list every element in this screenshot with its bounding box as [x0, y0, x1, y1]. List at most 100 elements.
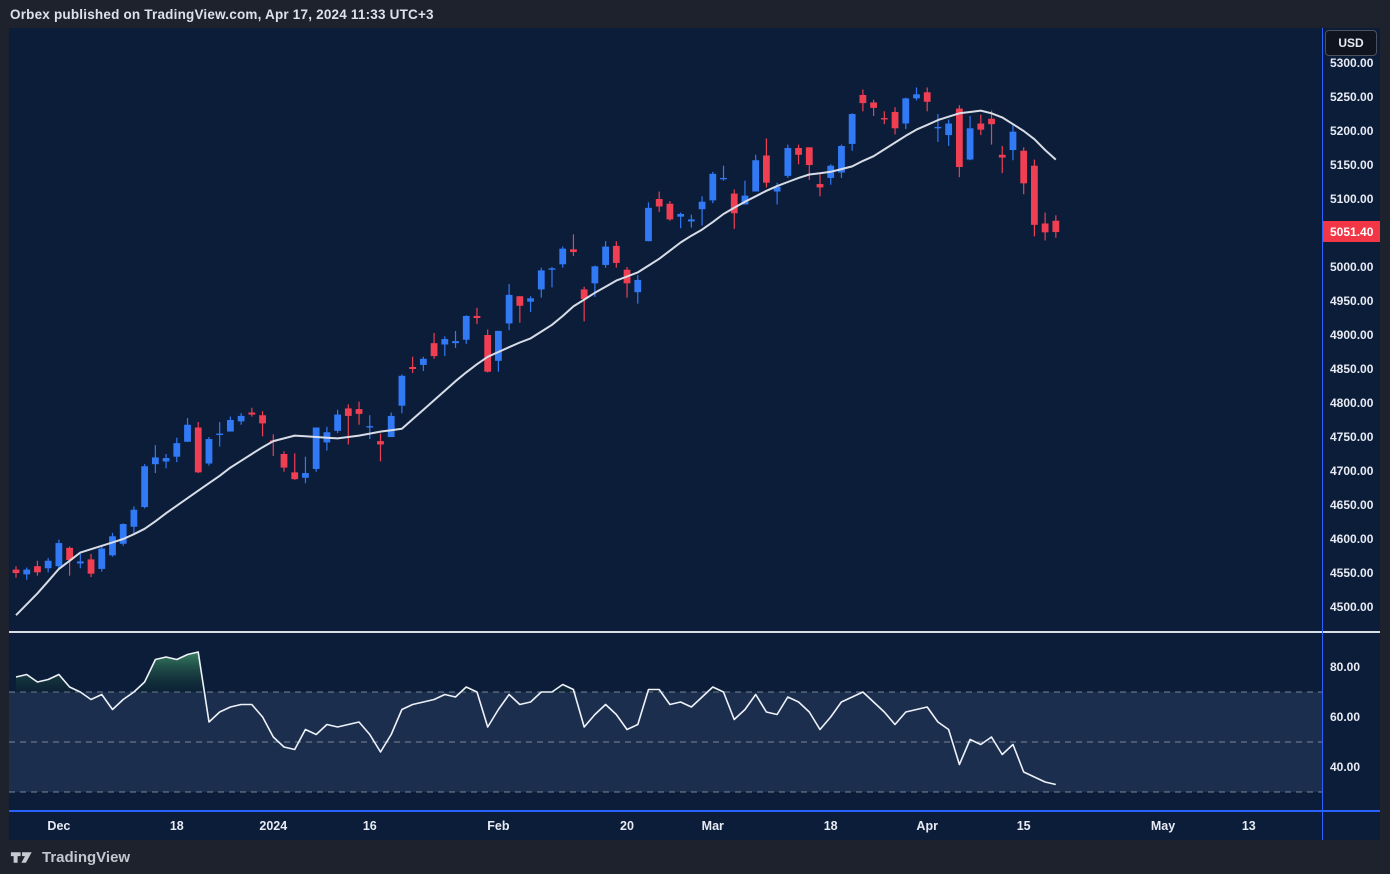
price-tick-label: 5300.00: [1330, 56, 1374, 70]
candle: [870, 102, 877, 108]
candle: [430, 343, 438, 357]
candle: [816, 184, 824, 188]
price-tick-label: 4700.00: [1330, 464, 1374, 478]
tradingview-snapshot: Orbex published on TradingView.com, Apr …: [0, 0, 1390, 874]
time-tick-label: 2024: [259, 819, 288, 833]
candle: [151, 457, 159, 465]
candle: [227, 420, 234, 432]
candle: [473, 315, 481, 318]
time-tick-label: 20: [620, 819, 634, 833]
candles: [12, 87, 1060, 580]
price-tick-label: 5150.00: [1330, 158, 1374, 172]
tradingview-brand-text: TradingView: [42, 848, 131, 866]
candle: [548, 268, 556, 270]
candle: [162, 458, 170, 462]
candle: [505, 294, 513, 324]
candle: [419, 358, 427, 365]
candle: [527, 298, 534, 302]
time-tick-label: Feb: [487, 819, 510, 833]
candle: [945, 123, 953, 136]
rsi-tick-label: 60.00: [1330, 710, 1361, 724]
candle: [805, 147, 813, 165]
candle: [1020, 150, 1028, 184]
candle: [280, 454, 288, 468]
candle: [902, 98, 910, 124]
time-tick-label: 15: [1016, 819, 1031, 833]
candle: [752, 160, 760, 192]
candle: [334, 414, 341, 431]
price-pane[interactable]: [9, 28, 1322, 631]
candle: [98, 548, 106, 569]
candle: [76, 561, 84, 564]
chart-area: Dec 18 2024 16 Feb 20 Mar 18 Apr 15 May 13 USD 5051…: [9, 28, 1380, 840]
candle: [12, 569, 20, 573]
candle: [377, 441, 384, 445]
tradingview-attribution[interactable]: TradingView: [0, 840, 1390, 874]
price-tick-label: 4500.00: [1330, 600, 1374, 614]
candle: [1052, 220, 1060, 233]
candle: [1009, 131, 1017, 151]
candle: [302, 473, 309, 478]
price-tick-label: 5100.00: [1330, 192, 1374, 206]
candle: [720, 177, 727, 180]
price-tick-label: 4950.00: [1330, 294, 1374, 308]
time-tick-label: May: [1150, 819, 1176, 833]
time-tick-label: 16: [362, 819, 377, 833]
candle: [859, 94, 867, 104]
candle: [763, 155, 770, 183]
time-axis[interactable]: Dec 18 2024 16 Feb 20 Mar 18 Apr 15 May 13: [9, 812, 1380, 840]
candle: [516, 296, 524, 306]
price-tick-label: 4550.00: [1330, 566, 1374, 580]
candle: [677, 213, 685, 217]
candle: [387, 415, 395, 437]
candle: [409, 366, 417, 369]
candle: [452, 341, 459, 344]
price-tick-label: 5000.00: [1330, 260, 1374, 274]
candle: [312, 427, 320, 469]
candle: [709, 173, 717, 201]
candle: [141, 466, 149, 508]
price-tick-label: 4900.00: [1330, 328, 1374, 342]
publish-caption: Orbex published on TradingView.com, Apr …: [10, 6, 434, 22]
candle: [55, 543, 63, 567]
candle: [655, 199, 663, 207]
rsi-pane[interactable]: [9, 633, 1322, 810]
publish-header: Orbex published on TradingView.com, Apr …: [0, 0, 1390, 28]
candle: [977, 123, 985, 130]
candle: [1031, 165, 1038, 225]
candle: [184, 424, 191, 442]
candle: [687, 219, 695, 222]
last-price-badge: 5051.40: [1323, 221, 1380, 242]
candle: [923, 92, 931, 102]
currency-toggle-button[interactable]: USD: [1325, 30, 1377, 56]
candle: [87, 559, 95, 574]
candle: [366, 426, 374, 428]
candle: [559, 248, 567, 265]
candle: [194, 427, 202, 473]
candle: [495, 330, 502, 361]
candle: [988, 118, 995, 125]
candle: [730, 193, 738, 214]
candle: [998, 154, 1006, 158]
time-tick-label: 18: [169, 819, 184, 833]
candlestick-chart: [12, 87, 1060, 616]
candle: [205, 439, 213, 464]
rsi-chart: [9, 651, 1322, 793]
candle: [23, 569, 31, 575]
candle: [109, 536, 116, 556]
price-tick-label: 5200.00: [1330, 124, 1374, 138]
candle: [634, 279, 642, 293]
candle: [666, 203, 674, 220]
price-tick-label: 4650.00: [1330, 498, 1374, 512]
price-axis[interactable]: USD 5051.40 5300.00 5250.00 5200.00 5150.00…: [1322, 28, 1380, 840]
time-tick-label: 13: [1241, 819, 1256, 833]
candle: [484, 335, 492, 372]
candle: [398, 375, 406, 406]
candle: [880, 118, 888, 120]
candle: [848, 114, 856, 144]
candle: [1041, 223, 1049, 233]
candle: [784, 148, 792, 176]
candle: [591, 266, 599, 284]
candle: [612, 245, 620, 263]
time-tick-label: Dec: [47, 819, 71, 833]
